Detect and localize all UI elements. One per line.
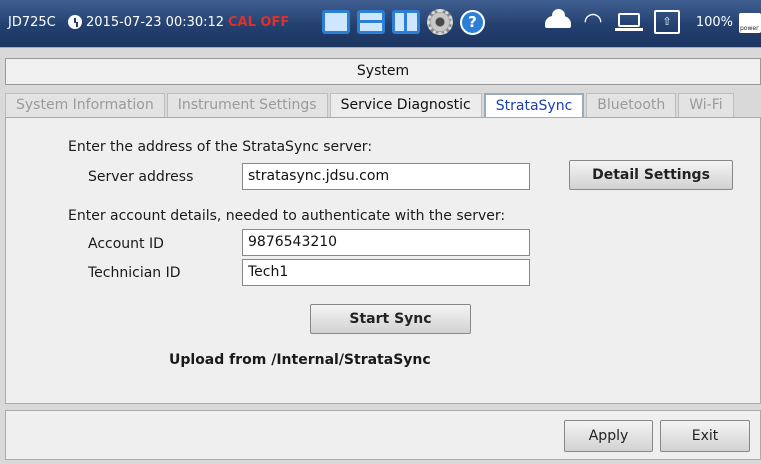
window-title: System — [5, 58, 761, 85]
cloud-icon — [545, 9, 571, 28]
account-id-input[interactable]: 9876543210 — [242, 229, 530, 256]
help-icon[interactable]: ? — [460, 10, 485, 35]
status-bar: JD725C 2015-07-23 00:30:12 CAL OFF ? ◠ ⇧… — [0, 0, 761, 47]
tab-bar: System Information Instrument Settings S… — [5, 93, 736, 117]
battery-icon: power — [739, 13, 761, 33]
usb-icon: ⇧ — [654, 10, 680, 34]
server-address-input[interactable]: stratasync.jdsu.com — [242, 163, 530, 190]
upload-path-text: Upload from /Internal/StrataSync — [169, 352, 431, 368]
detail-settings-button[interactable]: Detail Settings — [569, 160, 733, 190]
technician-id-label: Technician ID — [88, 265, 181, 281]
datetime: 2015-07-23 00:30:12 — [86, 15, 225, 30]
tab-wifi[interactable]: Wi-Fi — [678, 93, 734, 117]
tab-service-diagnostic[interactable]: Service Diagnostic — [329, 93, 482, 117]
exit-button[interactable]: Exit — [660, 420, 750, 452]
split-horizontal-icon[interactable] — [357, 10, 385, 34]
technician-id-input[interactable]: Tech1 — [242, 259, 530, 286]
server-prompt: Enter the address of the StrataSync serv… — [68, 139, 373, 155]
clock-icon — [68, 15, 82, 29]
account-prompt: Enter account details, needed to authent… — [68, 208, 506, 224]
split-vertical-icon[interactable] — [392, 10, 420, 34]
apply-button[interactable]: Apply — [564, 420, 653, 452]
cal-status: CAL OFF — [228, 15, 290, 30]
system-panel: System System Information Instrument Set… — [0, 47, 761, 464]
battery-label: power — [740, 25, 759, 32]
start-sync-button[interactable]: Start Sync — [310, 304, 471, 334]
tab-stratasync[interactable]: StrataSync — [483, 93, 585, 117]
single-screen-icon[interactable] — [322, 10, 350, 34]
tab-system-information[interactable]: System Information — [5, 93, 165, 117]
stratasync-content: Enter the address of the StrataSync serv… — [5, 117, 761, 404]
gear-icon[interactable] — [427, 9, 453, 35]
footer-bar: Apply Exit — [5, 410, 761, 460]
tab-bluetooth[interactable]: Bluetooth — [586, 93, 677, 117]
account-id-label: Account ID — [88, 236, 164, 252]
tab-instrument-settings[interactable]: Instrument Settings — [166, 93, 328, 117]
battery-percent: 100% — [695, 15, 733, 30]
server-address-label: Server address — [88, 169, 194, 185]
device-model: JD725C — [8, 15, 56, 30]
laptop-icon — [615, 13, 643, 31]
wifi-icon: ◠ — [583, 9, 603, 34]
